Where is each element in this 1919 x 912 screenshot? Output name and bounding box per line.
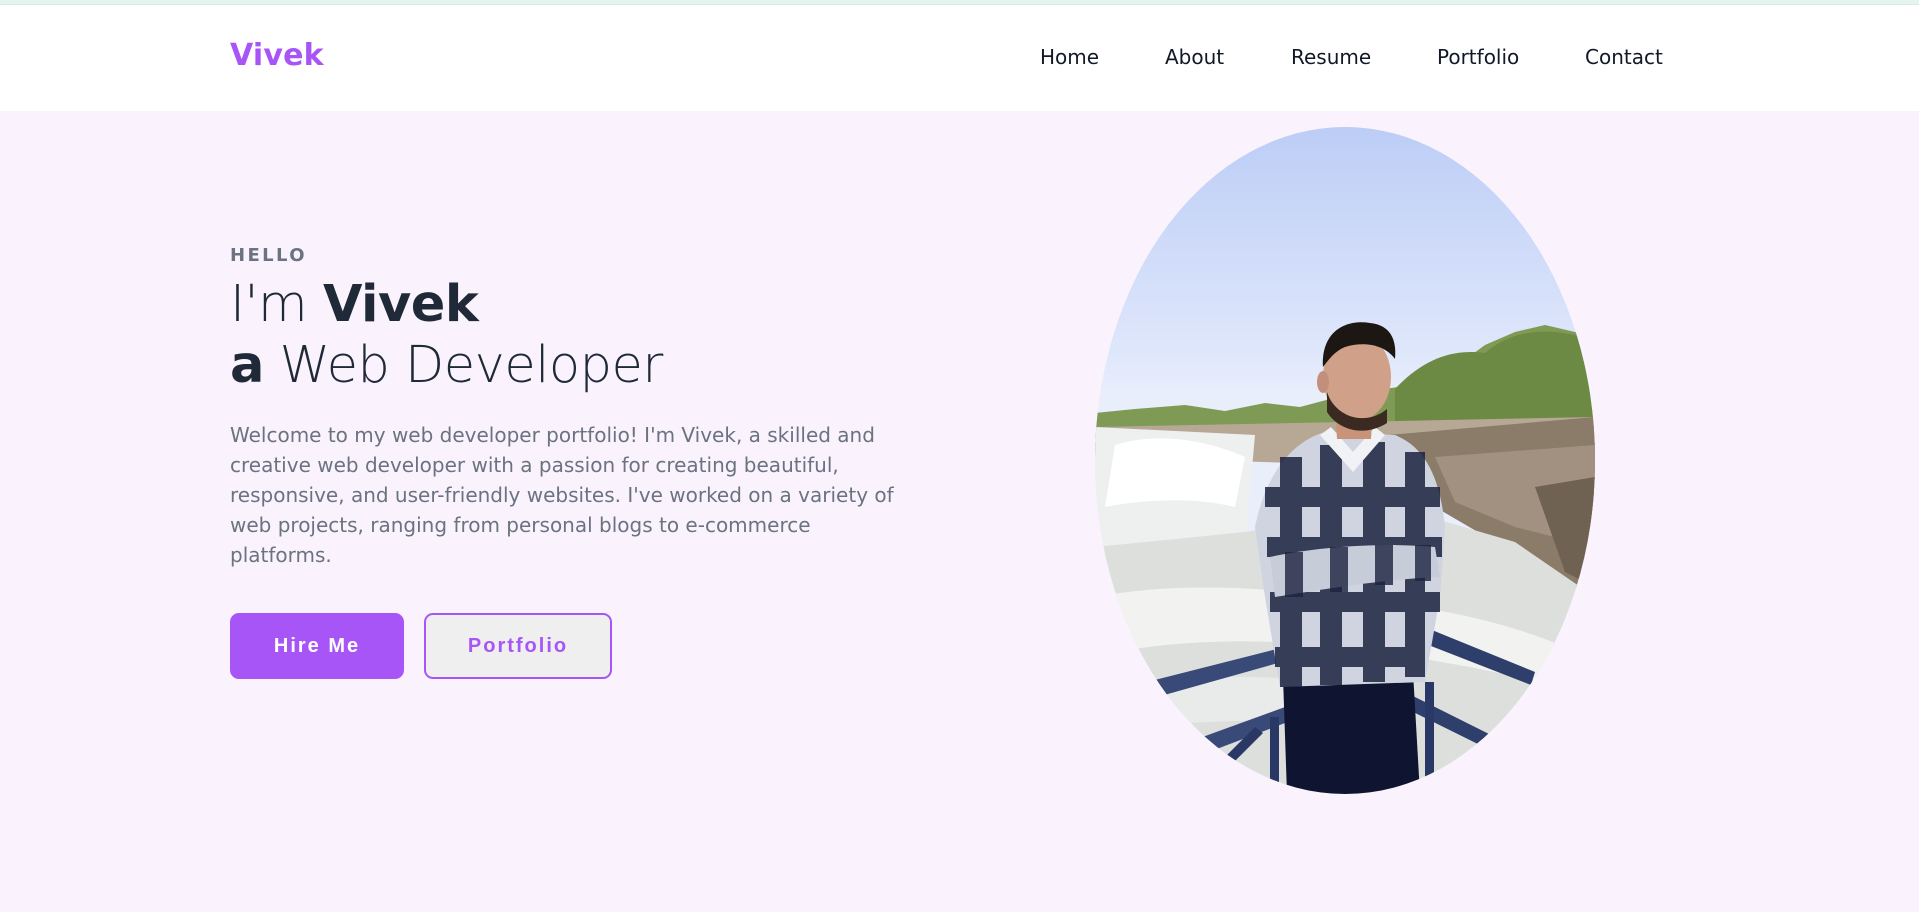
nav-link-resume[interactable]: Resume bbox=[1291, 45, 1371, 69]
portfolio-button[interactable]: Portfolio bbox=[424, 613, 612, 679]
hero-headline: I'm Vivek a Web Developer bbox=[230, 274, 910, 396]
hero-intro: Welcome to my web developer portfolio! I… bbox=[230, 423, 894, 567]
profile-photo bbox=[1095, 127, 1595, 794]
hire-me-button[interactable]: Hire Me bbox=[230, 613, 404, 679]
portrait-photo-icon bbox=[1095, 322, 1595, 794]
nav-link-about[interactable]: About bbox=[1165, 45, 1224, 69]
headline-prefix: I'm bbox=[230, 275, 323, 334]
headline-role: Web Developer bbox=[263, 336, 664, 395]
nav-link-contact[interactable]: Contact bbox=[1585, 45, 1663, 69]
hero-eyebrow: HELLO bbox=[230, 245, 307, 266]
nav-link-home[interactable]: Home bbox=[1040, 45, 1099, 69]
headline-name: Vivek bbox=[322, 275, 479, 334]
nav-link-portfolio[interactable]: Portfolio bbox=[1437, 45, 1519, 69]
headline-article: a bbox=[230, 336, 264, 395]
site-header: Vivek Home About Resume Portfolio Contac… bbox=[0, 5, 1919, 111]
hero-section: HELLO I'm Vivek a Web Developer Welcome … bbox=[230, 245, 910, 570]
main-nav: Home About Resume Portfolio Contact bbox=[0, 45, 1919, 75]
